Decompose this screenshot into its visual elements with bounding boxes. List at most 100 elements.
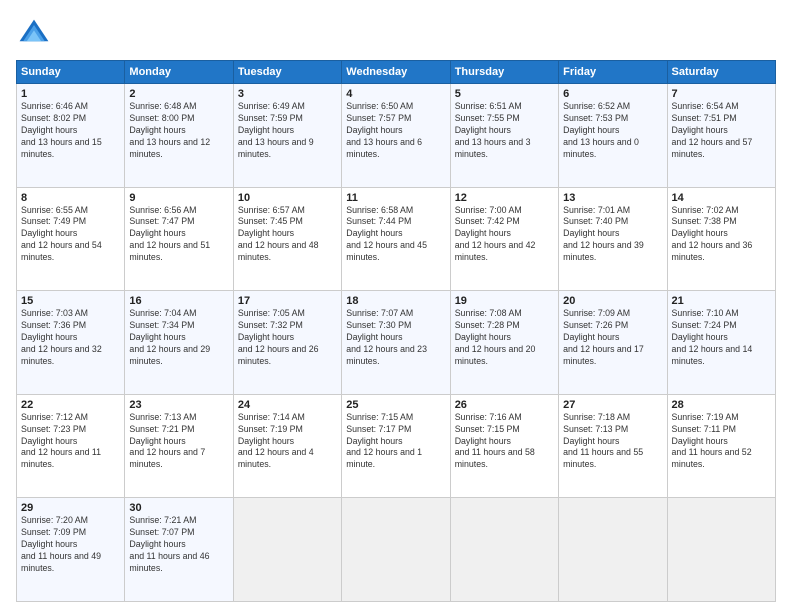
calendar-week-row: 22Sunrise: 7:12 AMSunset: 7:23 PMDayligh… — [17, 394, 776, 498]
calendar-cell: 19Sunrise: 7:08 AMSunset: 7:28 PMDayligh… — [450, 291, 558, 395]
day-number: 2 — [129, 88, 228, 100]
day-info: Sunrise: 7:13 AMSunset: 7:21 PMDaylight … — [129, 412, 228, 471]
day-info: Sunrise: 7:18 AMSunset: 7:13 PMDaylight … — [563, 412, 662, 471]
day-info: Sunrise: 6:52 AMSunset: 7:53 PMDaylight … — [563, 101, 662, 160]
day-info: Sunrise: 6:54 AMSunset: 7:51 PMDaylight … — [672, 101, 771, 160]
logo-icon — [16, 16, 52, 52]
calendar-cell: 25Sunrise: 7:15 AMSunset: 7:17 PMDayligh… — [342, 394, 450, 498]
day-number: 3 — [238, 88, 337, 100]
day-info: Sunrise: 7:00 AMSunset: 7:42 PMDaylight … — [455, 205, 554, 264]
day-info: Sunrise: 7:20 AMSunset: 7:09 PMDaylight … — [21, 515, 120, 574]
calendar-week-row: 15Sunrise: 7:03 AMSunset: 7:36 PMDayligh… — [17, 291, 776, 395]
calendar-cell: 18Sunrise: 7:07 AMSunset: 7:30 PMDayligh… — [342, 291, 450, 395]
calendar-table: SundayMondayTuesdayWednesdayThursdayFrid… — [16, 60, 776, 602]
calendar-cell: 3Sunrise: 6:49 AMSunset: 7:59 PMDaylight… — [233, 84, 341, 188]
weekday-header-row: SundayMondayTuesdayWednesdayThursdayFrid… — [17, 61, 776, 84]
day-info: Sunrise: 6:46 AMSunset: 8:02 PMDaylight … — [21, 101, 120, 160]
calendar-cell: 5Sunrise: 6:51 AMSunset: 7:55 PMDaylight… — [450, 84, 558, 188]
weekday-header-tuesday: Tuesday — [233, 61, 341, 84]
day-info: Sunrise: 7:16 AMSunset: 7:15 PMDaylight … — [455, 412, 554, 471]
day-info: Sunrise: 6:55 AMSunset: 7:49 PMDaylight … — [21, 205, 120, 264]
calendar-cell — [559, 498, 667, 602]
day-number: 7 — [672, 88, 771, 100]
day-number: 27 — [563, 399, 662, 411]
calendar-cell — [667, 498, 775, 602]
day-info: Sunrise: 7:15 AMSunset: 7:17 PMDaylight … — [346, 412, 445, 471]
calendar-week-row: 8Sunrise: 6:55 AMSunset: 7:49 PMDaylight… — [17, 187, 776, 291]
calendar-cell: 13Sunrise: 7:01 AMSunset: 7:40 PMDayligh… — [559, 187, 667, 291]
day-info: Sunrise: 7:08 AMSunset: 7:28 PMDaylight … — [455, 308, 554, 367]
calendar-week-row: 29Sunrise: 7:20 AMSunset: 7:09 PMDayligh… — [17, 498, 776, 602]
day-number: 26 — [455, 399, 554, 411]
page: SundayMondayTuesdayWednesdayThursdayFrid… — [0, 0, 792, 612]
day-number: 12 — [455, 192, 554, 204]
day-number: 4 — [346, 88, 445, 100]
day-number: 21 — [672, 295, 771, 307]
calendar-cell: 23Sunrise: 7:13 AMSunset: 7:21 PMDayligh… — [125, 394, 233, 498]
calendar-cell — [450, 498, 558, 602]
day-number: 29 — [21, 502, 120, 514]
calendar-cell: 8Sunrise: 6:55 AMSunset: 7:49 PMDaylight… — [17, 187, 125, 291]
calendar-cell: 12Sunrise: 7:00 AMSunset: 7:42 PMDayligh… — [450, 187, 558, 291]
calendar-cell: 24Sunrise: 7:14 AMSunset: 7:19 PMDayligh… — [233, 394, 341, 498]
calendar-cell: 30Sunrise: 7:21 AMSunset: 7:07 PMDayligh… — [125, 498, 233, 602]
day-info: Sunrise: 7:05 AMSunset: 7:32 PMDaylight … — [238, 308, 337, 367]
weekday-header-saturday: Saturday — [667, 61, 775, 84]
calendar-cell: 11Sunrise: 6:58 AMSunset: 7:44 PMDayligh… — [342, 187, 450, 291]
day-number: 23 — [129, 399, 228, 411]
day-info: Sunrise: 7:10 AMSunset: 7:24 PMDaylight … — [672, 308, 771, 367]
day-number: 18 — [346, 295, 445, 307]
day-info: Sunrise: 7:19 AMSunset: 7:11 PMDaylight … — [672, 412, 771, 471]
day-info: Sunrise: 6:50 AMSunset: 7:57 PMDaylight … — [346, 101, 445, 160]
day-number: 11 — [346, 192, 445, 204]
calendar-cell: 7Sunrise: 6:54 AMSunset: 7:51 PMDaylight… — [667, 84, 775, 188]
day-number: 10 — [238, 192, 337, 204]
day-number: 22 — [21, 399, 120, 411]
calendar-cell: 16Sunrise: 7:04 AMSunset: 7:34 PMDayligh… — [125, 291, 233, 395]
day-number: 17 — [238, 295, 337, 307]
day-number: 16 — [129, 295, 228, 307]
calendar-cell: 2Sunrise: 6:48 AMSunset: 8:00 PMDaylight… — [125, 84, 233, 188]
day-number: 14 — [672, 192, 771, 204]
day-info: Sunrise: 7:07 AMSunset: 7:30 PMDaylight … — [346, 308, 445, 367]
calendar-cell: 20Sunrise: 7:09 AMSunset: 7:26 PMDayligh… — [559, 291, 667, 395]
day-info: Sunrise: 7:09 AMSunset: 7:26 PMDaylight … — [563, 308, 662, 367]
calendar-cell: 14Sunrise: 7:02 AMSunset: 7:38 PMDayligh… — [667, 187, 775, 291]
weekday-header-friday: Friday — [559, 61, 667, 84]
day-number: 5 — [455, 88, 554, 100]
calendar-cell: 27Sunrise: 7:18 AMSunset: 7:13 PMDayligh… — [559, 394, 667, 498]
day-number: 6 — [563, 88, 662, 100]
calendar-cell — [233, 498, 341, 602]
day-number: 20 — [563, 295, 662, 307]
weekday-header-thursday: Thursday — [450, 61, 558, 84]
calendar-cell: 10Sunrise: 6:57 AMSunset: 7:45 PMDayligh… — [233, 187, 341, 291]
day-info: Sunrise: 7:21 AMSunset: 7:07 PMDaylight … — [129, 515, 228, 574]
calendar-week-row: 1Sunrise: 6:46 AMSunset: 8:02 PMDaylight… — [17, 84, 776, 188]
day-info: Sunrise: 6:56 AMSunset: 7:47 PMDaylight … — [129, 205, 228, 264]
calendar-cell — [342, 498, 450, 602]
day-info: Sunrise: 6:58 AMSunset: 7:44 PMDaylight … — [346, 205, 445, 264]
weekday-header-sunday: Sunday — [17, 61, 125, 84]
day-number: 1 — [21, 88, 120, 100]
calendar-cell: 22Sunrise: 7:12 AMSunset: 7:23 PMDayligh… — [17, 394, 125, 498]
logo — [16, 16, 56, 52]
day-number: 28 — [672, 399, 771, 411]
day-info: Sunrise: 7:01 AMSunset: 7:40 PMDaylight … — [563, 205, 662, 264]
day-info: Sunrise: 6:51 AMSunset: 7:55 PMDaylight … — [455, 101, 554, 160]
calendar-cell: 26Sunrise: 7:16 AMSunset: 7:15 PMDayligh… — [450, 394, 558, 498]
day-info: Sunrise: 7:02 AMSunset: 7:38 PMDaylight … — [672, 205, 771, 264]
day-number: 13 — [563, 192, 662, 204]
day-info: Sunrise: 6:57 AMSunset: 7:45 PMDaylight … — [238, 205, 337, 264]
day-number: 9 — [129, 192, 228, 204]
calendar-cell: 9Sunrise: 6:56 AMSunset: 7:47 PMDaylight… — [125, 187, 233, 291]
day-info: Sunrise: 7:04 AMSunset: 7:34 PMDaylight … — [129, 308, 228, 367]
calendar-cell: 15Sunrise: 7:03 AMSunset: 7:36 PMDayligh… — [17, 291, 125, 395]
calendar-cell: 21Sunrise: 7:10 AMSunset: 7:24 PMDayligh… — [667, 291, 775, 395]
calendar-cell: 4Sunrise: 6:50 AMSunset: 7:57 PMDaylight… — [342, 84, 450, 188]
day-info: Sunrise: 7:12 AMSunset: 7:23 PMDaylight … — [21, 412, 120, 471]
calendar-cell: 6Sunrise: 6:52 AMSunset: 7:53 PMDaylight… — [559, 84, 667, 188]
day-number: 15 — [21, 295, 120, 307]
day-number: 19 — [455, 295, 554, 307]
calendar-cell: 17Sunrise: 7:05 AMSunset: 7:32 PMDayligh… — [233, 291, 341, 395]
calendar-cell: 29Sunrise: 7:20 AMSunset: 7:09 PMDayligh… — [17, 498, 125, 602]
